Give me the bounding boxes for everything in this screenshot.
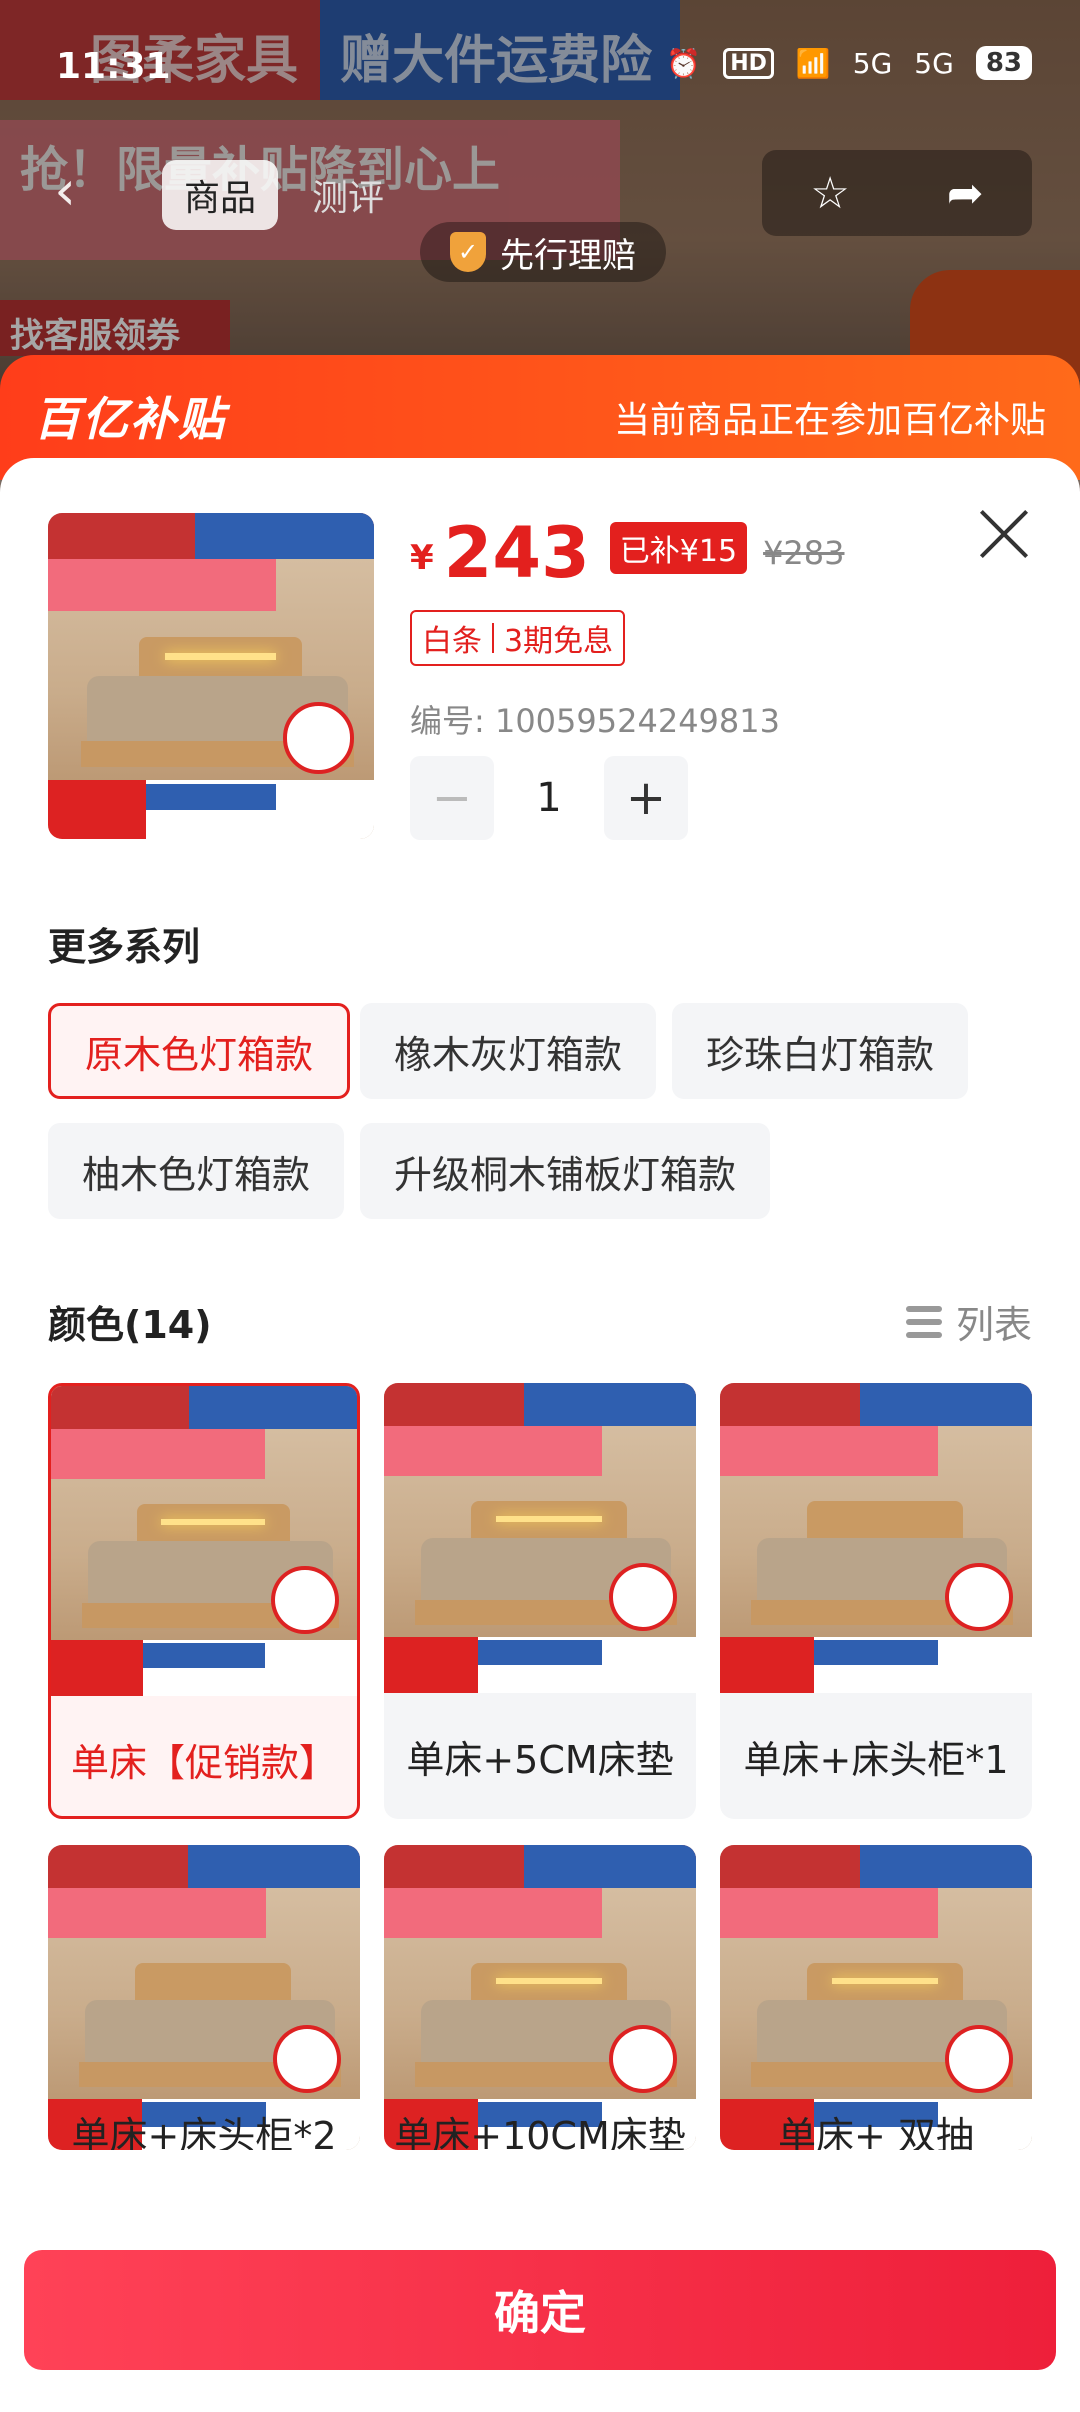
color-option[interactable]: 单床【促销款】 bbox=[48, 1383, 360, 1819]
confirm-button[interactable]: 确定 bbox=[24, 2250, 1056, 2370]
series-option[interactable]: 柚木色灯箱款 bbox=[48, 1123, 345, 1219]
quantity-value[interactable]: 1 bbox=[494, 775, 604, 821]
decrement-button[interactable]: − bbox=[410, 756, 494, 840]
series-option[interactable]: 升级桐木铺板灯箱款 bbox=[360, 1123, 771, 1219]
color-option-label: 单床+床头柜*1 bbox=[743, 1737, 1009, 1782]
product-image bbox=[48, 513, 374, 839]
installment-badge[interactable]: 白条 3期免息 bbox=[410, 610, 626, 666]
tab-review[interactable]: 测评 bbox=[290, 160, 406, 230]
product-thumbnail[interactable] bbox=[48, 513, 374, 839]
tab-goods[interactable]: 商品 bbox=[162, 160, 279, 230]
series-option[interactable]: 原木色灯箱款 bbox=[48, 1003, 351, 1099]
sku-number: 编号: 10059524249813 bbox=[410, 702, 780, 740]
guarantee-pill: ✓ 先行理赔 bbox=[420, 222, 666, 282]
sku-selector-sheet: ¥ 243 已补¥15 ¥283 白条 3期免息 编号: 10059524249… bbox=[0, 458, 1080, 2412]
alarm-icon: ⏰ bbox=[666, 46, 702, 80]
close-icon[interactable] bbox=[976, 506, 1032, 562]
color-option-label: 单床+10CM床垫 bbox=[394, 2114, 686, 2150]
signal-icon-2: 5G bbox=[914, 46, 954, 80]
quantity-stepper: − 1 + bbox=[410, 756, 688, 840]
list-toggle-label: 列表 bbox=[955, 1303, 1032, 1347]
hd-icon: HD bbox=[723, 47, 774, 79]
color-option[interactable]: 单床+5CM床垫 bbox=[384, 1383, 696, 1819]
app-root: 图柔家具 赠大件运费险 抢！限量补贴降到心上 找客服领券 11:31 ⏰ HD … bbox=[0, 0, 1080, 2412]
color-option[interactable]: 单床+10CM床垫 bbox=[384, 1845, 696, 2150]
color-title: 颜色(14) bbox=[48, 1303, 212, 1347]
price: 243 bbox=[443, 512, 590, 594]
subsidy-logo: 百亿补贴 bbox=[34, 392, 226, 446]
color-option-label: 单床+ 双抽 bbox=[778, 2114, 974, 2150]
status-icons: ⏰ HD 📶 5G 5G 83 bbox=[666, 46, 1032, 80]
price-row: ¥ 243 已补¥15 ¥283 bbox=[410, 518, 845, 588]
currency-symbol: ¥ bbox=[410, 538, 434, 578]
shield-icon: ✓ bbox=[450, 232, 486, 272]
color-option-image bbox=[720, 1383, 1032, 1693]
share-icon[interactable]: ➦ bbox=[947, 168, 984, 219]
increment-button[interactable]: + bbox=[604, 756, 688, 840]
series-option[interactable]: 珍珠白灯箱款 bbox=[672, 1003, 969, 1099]
baitiao-terms: 3期免息 bbox=[504, 624, 614, 659]
color-option[interactable]: 单床+床头柜*1 bbox=[720, 1383, 1032, 1819]
status-time: 11:31 bbox=[56, 46, 171, 87]
status-bar: 11:31 ⏰ HD 📶 5G 5G 83 bbox=[0, 40, 1080, 100]
battery-icon: 83 bbox=[975, 46, 1032, 80]
baitiao-label: 白条 bbox=[422, 624, 482, 659]
color-option-label: 单床+床头柜*2 bbox=[71, 2114, 337, 2150]
bg-action-bar: ☆ ➦ bbox=[762, 150, 1032, 236]
color-option-image bbox=[51, 1386, 357, 1696]
color-option[interactable]: 单床+ 双抽 bbox=[720, 1845, 1032, 2150]
wifi-icon: 📶 bbox=[795, 46, 831, 80]
color-option-image bbox=[384, 1383, 696, 1693]
subsidy-note: 当前商品正在参加百亿补贴 bbox=[613, 400, 1046, 441]
color-option[interactable]: 单床+床头柜*2 bbox=[48, 1845, 360, 2150]
list-icon bbox=[905, 1304, 942, 1340]
color-option-label: 单床【促销款】 bbox=[70, 1740, 337, 1785]
guarantee-text: 先行理赔 bbox=[500, 235, 636, 276]
series-option[interactable]: 橡木灰灯箱款 bbox=[360, 1003, 657, 1099]
signal-icon: 5G bbox=[852, 46, 893, 80]
series-title: 更多系列 bbox=[48, 925, 201, 969]
original-price: ¥283 bbox=[763, 534, 845, 572]
subsidy-amount-badge: 已补¥15 bbox=[609, 522, 748, 574]
list-view-toggle[interactable]: 列表 bbox=[905, 1294, 1032, 1349]
color-option-label: 单床+5CM床垫 bbox=[406, 1737, 674, 1782]
back-icon[interactable]: ‹ bbox=[30, 150, 100, 230]
star-icon[interactable]: ☆ bbox=[810, 168, 849, 219]
